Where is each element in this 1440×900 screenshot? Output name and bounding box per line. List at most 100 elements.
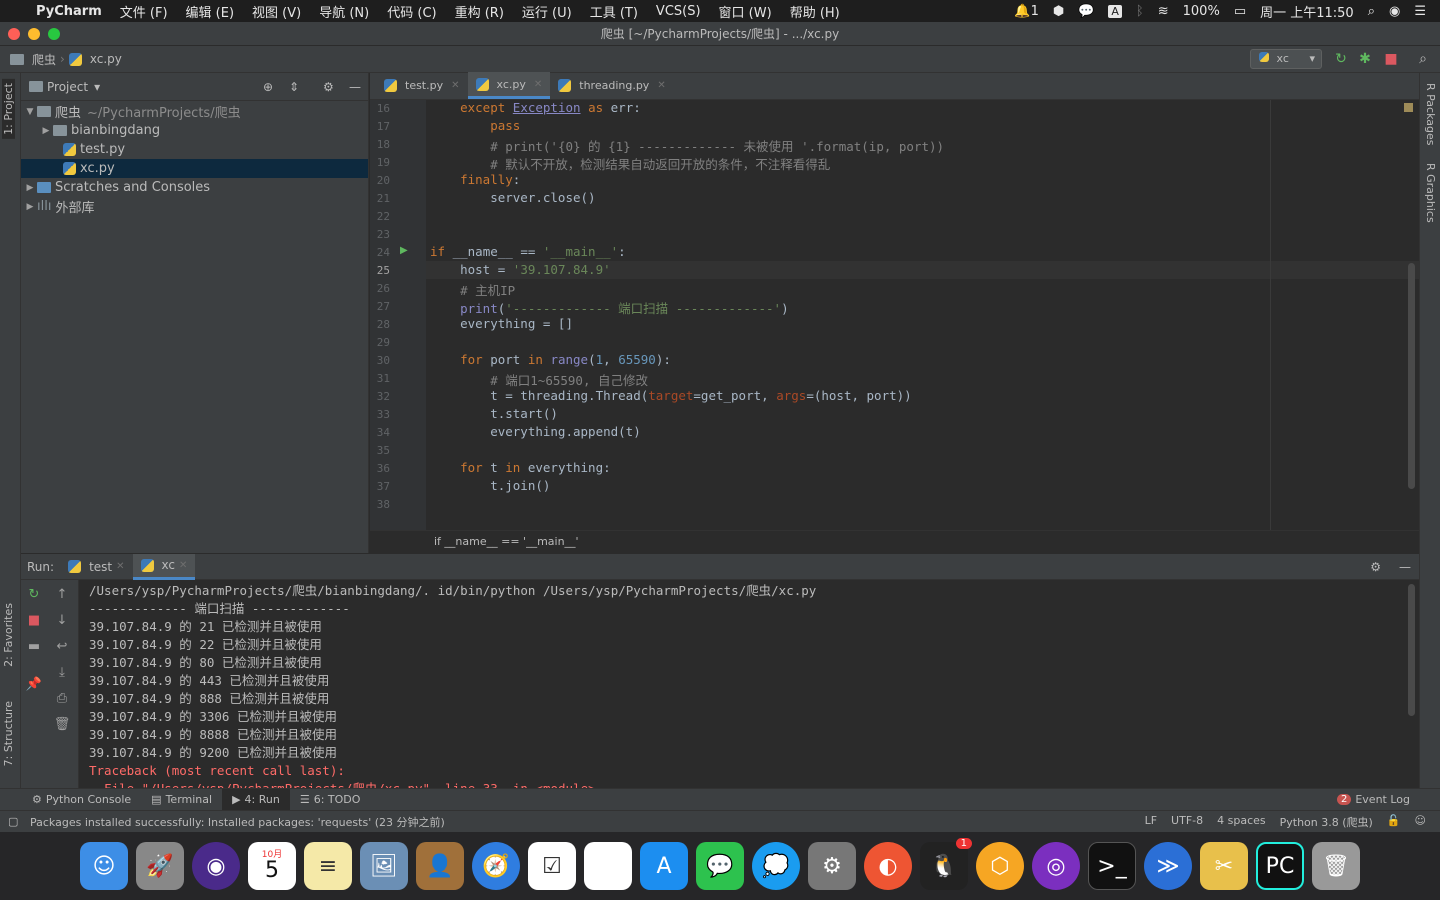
close-tab-icon[interactable]: ✕ <box>116 561 124 572</box>
close-tab-icon[interactable]: ✕ <box>451 80 459 91</box>
tree-item-external-libraries[interactable]: ▶ ıllı 外部库 <box>21 197 368 216</box>
hide-panel-icon[interactable]: — <box>349 80 361 94</box>
indent-setting[interactable]: 4 spaces <box>1217 814 1266 830</box>
breadcrumb-project[interactable]: 爬虫 <box>32 51 56 68</box>
tree-item-bianbingdang[interactable]: ▶ bianbingdang <box>21 121 368 140</box>
soft-wrap-icon[interactable]: ↩ <box>53 638 71 656</box>
layout-icon[interactable]: ▬ <box>25 638 43 656</box>
status-message[interactable]: Packages installed successfully: Install… <box>30 814 445 830</box>
tab-test-py[interactable]: test.py ✕ <box>376 72 468 99</box>
notification-bell-icon[interactable]: 🔔1 <box>1014 4 1038 19</box>
menu-vcs[interactable]: VCS(S) <box>656 4 701 19</box>
console-scrollbar[interactable] <box>1408 584 1415 716</box>
editor-scrollbar[interactable] <box>1408 263 1415 489</box>
rerun-icon[interactable]: ↻ <box>1332 50 1350 68</box>
clock[interactable]: 周一 上午11:50 <box>1260 2 1354 21</box>
shield-icon[interactable]: ⬢ <box>1053 4 1064 19</box>
collapsed-arrow-icon[interactable]: ▶ <box>39 126 53 136</box>
remote-desktop-icon[interactable]: ≫ <box>1144 842 1192 890</box>
tree-item-scratches[interactable]: ▶ Scratches and Consoles <box>21 178 368 197</box>
notification-center-icon[interactable]: ☰ <box>1414 4 1426 19</box>
project-view-selector[interactable]: Project <box>47 80 88 94</box>
tree-item-test-py[interactable]: test.py <box>21 140 368 159</box>
print-icon[interactable]: ⎙ <box>53 690 71 708</box>
gear-icon[interactable]: ⚙ <box>323 80 334 94</box>
breadcrumb-file[interactable]: xc.py <box>90 52 122 66</box>
photos-icon[interactable]: ✿ <box>584 842 632 890</box>
trash-icon[interactable]: 🗑 <box>53 716 71 734</box>
run-tab-xc[interactable]: xc ✕ <box>132 553 196 580</box>
close-tab-icon[interactable]: ✕ <box>179 560 187 571</box>
scroll-to-end-icon[interactable]: ⤓ <box>53 664 71 682</box>
gear-icon[interactable]: ⚙ <box>1370 560 1381 574</box>
spotlight-search-icon[interactable]: ⌕ <box>1368 4 1375 19</box>
inspection-indicator-icon[interactable] <box>1404 103 1413 112</box>
collapsed-arrow-icon[interactable]: ▶ <box>23 183 37 193</box>
expanded-arrow-icon[interactable]: ▼ <box>23 107 37 117</box>
search-everywhere-icon[interactable]: ⌕ <box>1414 50 1432 68</box>
podcast-app-icon[interactable]: ◎ <box>1032 842 1080 890</box>
contacts-icon[interactable]: 👤 <box>416 842 464 890</box>
trash-icon[interactable]: 🗑 <box>1312 842 1360 890</box>
chevron-down-icon[interactable]: ▾ <box>94 80 100 94</box>
file-encoding[interactable]: UTF-8 <box>1171 814 1203 830</box>
tab-threading-py[interactable]: threading.py ✕ <box>550 72 673 99</box>
console-output[interactable]: /Users/ysp/PycharmProjects/爬虫/bianbingda… <box>79 580 1419 788</box>
r-packages-tool-button[interactable]: R Packages <box>1424 83 1437 145</box>
tree-item-project-root[interactable]: ▼ 爬虫 ~/PycharmProjects/爬虫 <box>21 102 368 121</box>
menu-code[interactable]: 代码 (C) <box>387 2 436 21</box>
run-configuration-select[interactable]: xc ▾ <box>1250 49 1322 69</box>
project-tool-button[interactable]: 1: Project <box>2 79 15 139</box>
colorful-app-icon[interactable]: ◐ <box>864 842 912 890</box>
tree-item-xc-py[interactable]: xc.py <box>21 159 368 178</box>
qq-icon[interactable]: 🐧 1 <box>920 838 972 890</box>
pycharm-app-icon[interactable]: PC <box>1256 842 1304 890</box>
inspector-icon[interactable]: ☺ <box>1415 814 1426 830</box>
terminal-app-icon[interactable]: >_ <box>1088 842 1136 890</box>
zoom-window-button[interactable] <box>48 28 60 40</box>
python-interpreter[interactable]: Python 3.8 (爬虫) <box>1280 814 1373 830</box>
calendar-icon[interactable]: 10月 5 <box>248 842 296 890</box>
code-area[interactable]: except Exception as err: pass # print('{… <box>370 100 1405 530</box>
menu-refactor[interactable]: 重构 (R) <box>455 2 504 21</box>
system-preferences-icon[interactable]: ⚙ <box>808 842 856 890</box>
safari-icon[interactable]: 🧭 <box>472 842 520 890</box>
minimize-window-button[interactable] <box>28 28 40 40</box>
scroll-down-icon[interactable]: ↓ <box>53 612 71 630</box>
terminal-tool-button[interactable]: ▤ Terminal <box>141 789 222 811</box>
rerun-icon[interactable]: ↻ <box>25 586 43 604</box>
battery-icon[interactable]: ▭ <box>1234 4 1246 19</box>
wifi-icon[interactable]: ≋ <box>1158 4 1169 19</box>
menu-edit[interactable]: 编辑 (E) <box>186 2 235 21</box>
siri-icon[interactable]: ◉ <box>1389 4 1400 19</box>
structure-tool-button[interactable]: 7: Structure <box>2 701 15 766</box>
notes-icon[interactable]: ≡ <box>304 842 352 890</box>
battery-percent[interactable]: 100% <box>1183 4 1220 19</box>
stop-icon[interactable]: ■ <box>25 612 43 630</box>
event-log-button[interactable]: 2 Event Log <box>1327 789 1420 811</box>
reminders-icon[interactable]: ☑ <box>528 842 576 890</box>
menu-window[interactable]: 窗口 (W) <box>719 2 772 21</box>
messages-icon[interactable]: 💭 <box>752 842 800 890</box>
python-console-tool-button[interactable]: ⚙ Python Console <box>22 789 141 811</box>
menu-file[interactable]: 文件 (F) <box>120 2 168 21</box>
preview-icon[interactable]: 🖼 <box>360 842 408 890</box>
app-menu[interactable]: PyCharm <box>36 4 102 19</box>
close-tab-icon[interactable]: ✕ <box>534 79 542 90</box>
close-tab-icon[interactable]: ✕ <box>657 80 665 91</box>
scroll-up-icon[interactable]: ↑ <box>53 586 71 604</box>
app-store-icon[interactable]: A <box>640 842 688 890</box>
menu-tools[interactable]: 工具 (T) <box>590 2 638 21</box>
locate-file-icon[interactable]: ⊕ <box>263 80 273 94</box>
menu-navigate[interactable]: 导航 (N) <box>319 2 369 21</box>
run-tool-button[interactable]: ▶ 4: Run <box>222 788 290 811</box>
editor-breadcrumb[interactable]: if __name__ == '__main__' <box>370 530 1419 553</box>
favorites-tool-button[interactable]: 2: Favorites <box>2 603 15 667</box>
toolbox-icon[interactable]: ✂ <box>1200 842 1248 890</box>
collapse-all-icon[interactable]: ⇕ <box>289 80 299 94</box>
r-graphics-tool-button[interactable]: R Graphics <box>1424 163 1437 223</box>
bluetooth-icon[interactable]: ᛒ <box>1136 4 1144 19</box>
launchpad-icon[interactable]: 🚀 <box>136 842 184 890</box>
hide-panel-icon[interactable]: — <box>1399 560 1411 574</box>
pin-icon[interactable]: 📌 <box>25 676 43 694</box>
